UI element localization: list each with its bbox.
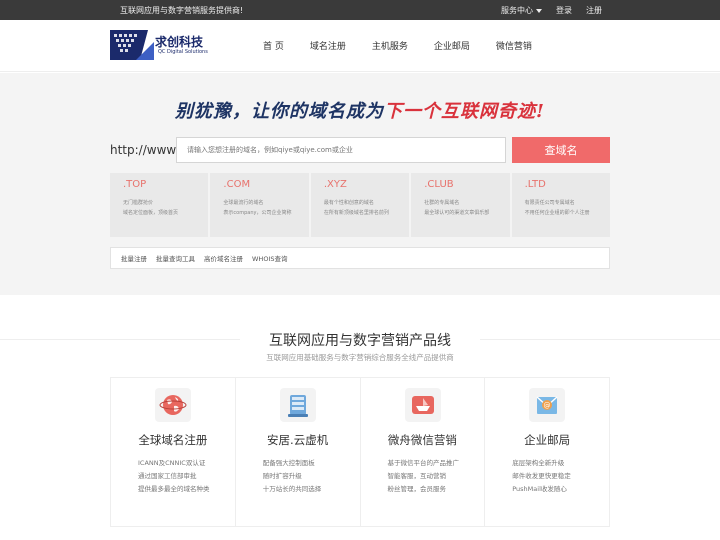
search-domain-button[interactable]: 查域名 (512, 137, 610, 163)
desc-line: 智能客服，互动营销 (387, 472, 447, 480)
tld-list: .TOP 无门槛群抢价 域名定位面板，顶级首页 .COM 全球最流行的域名 表示… (110, 173, 611, 237)
svg-text:@: @ (544, 402, 551, 410)
tld-desc: 不用任何企业组的即个人注册 (524, 210, 590, 216)
bulk-query-link[interactable]: 批量查询工具 (156, 253, 195, 263)
boat-icon-box (404, 388, 441, 422)
server-icon-box (279, 388, 316, 422)
globe-icon (159, 395, 187, 415)
product-desc: ICANN及CNNIC双认证 通过国家工信部审批 提供最多最全的域名种类 (138, 457, 210, 496)
top-links: 服务中心 登录 注册 (501, 5, 602, 16)
tld-name: .XYZ (323, 179, 347, 190)
product-desc: 配备强大控制面板 随时扩容升级 十万站长的共同选择 (263, 457, 322, 496)
tld-name: .LTD (524, 179, 546, 190)
server-icon (287, 395, 308, 417)
desc-line: 粉丝管理，会员服务 (387, 485, 447, 493)
tld-card-ltd[interactable]: .LTD 有限责任公司专属域名 不用任何企业组的即个人注册 (511, 173, 611, 237)
hero-section: 别犹豫，让你的域名成为下一个互联网奇迹! http://www. 查域名 .TO… (0, 73, 720, 295)
email-icon: @ (536, 396, 558, 414)
email-icon-box: @ (529, 388, 566, 422)
tld-card-com[interactable]: .COM 全球最流行的域名 表示company，公司企业简称 (210, 173, 309, 237)
section-subtitle: 互联网应用基础服务与数字营销综合服务全线产品提供商 (266, 353, 454, 362)
product-name: 企业邮局 (524, 433, 571, 447)
product-card-email[interactable]: @ 企业邮局 底层架构全新升级 邮件收发更快更稳定 PushMail收发随心 (485, 378, 609, 526)
tld-card-top[interactable]: .TOP 无门槛群抢价 域名定位面板，顶级首页 (110, 173, 209, 237)
logo-name: 求创科技 (155, 35, 204, 49)
top-bar: 互联网应用与数字营销服务提供商! 服务中心 登录 注册 (0, 0, 720, 20)
nav-hosting[interactable]: 主机服务 (372, 39, 408, 52)
product-card-hosting[interactable]: 安居.云虚机 配备强大控制面板 随时扩容升级 十万站长的共同选择 (236, 378, 361, 526)
product-name: 安居.云虚机 (267, 433, 329, 447)
tld-name: .TOP (123, 179, 147, 190)
nav-email[interactable]: 企业邮局 (434, 39, 470, 52)
slogan-left: 别犹豫，让你的域名成为 (175, 101, 385, 122)
tld-desc: 无门槛群抢价 (123, 200, 154, 206)
logo-mark-icon (110, 30, 154, 60)
desc-line: 底层架构全新升级 (512, 459, 565, 467)
register-link[interactable]: 注册 (586, 5, 602, 16)
tld-desc: 有限责任公司专属域名 (524, 200, 575, 206)
tld-desc: 表示company，公司企业简称 (223, 210, 292, 216)
site-header: 求创科技 QC Digital Solutions 首 页 域名注册 主机服务 … (0, 20, 720, 72)
desc-line: 邮件收发更快更稳定 (512, 472, 571, 480)
tld-card-xyz[interactable]: .XYZ 最有个性和创意的域名 在所有新顶级域名里排名前列 (310, 173, 410, 237)
main-nav: 首 页 域名注册 主机服务 企业邮局 微信营销 (263, 39, 558, 52)
product-card-domain[interactable]: 全球域名注册 ICANN及CNNIC双认证 通过国家工信部审批 提供最多最全的域… (111, 378, 236, 526)
service-center-menu[interactable]: 服务中心 (501, 5, 542, 16)
chevron-down-icon (536, 8, 542, 13)
hero-slogan: 别犹豫，让你的域名成为下一个互联网奇迹! (0, 97, 720, 123)
tld-desc: 在所有新顶级域名里排名前列 (323, 210, 389, 216)
logo[interactable]: 求创科技 QC Digital Solutions (110, 30, 208, 64)
nav-wechat[interactable]: 微信营销 (496, 39, 532, 52)
login-link[interactable]: 登录 (556, 5, 572, 16)
globe-icon-box (155, 388, 191, 422)
logo-subtitle: QC Digital Solutions (158, 49, 208, 55)
tld-desc: 社群的专属域名 (424, 200, 460, 206)
section-title: 互联网应用与数字营销产品线 (269, 333, 451, 349)
service-center-label: 服务中心 (501, 6, 533, 15)
desc-line: 提供最多最全的域名种类 (138, 485, 210, 493)
desc-line: ICANN及CNNIC双认证 (138, 459, 206, 467)
url-prefix: http://www. (110, 143, 179, 157)
tld-desc: 全球最流行的域名 (223, 200, 264, 206)
boat-icon (411, 396, 434, 414)
premium-domain-link[interactable]: 高价域名注册 (204, 253, 243, 263)
product-name: 全球域名注册 (138, 433, 208, 447)
desc-line: PushMail收发随心 (512, 485, 567, 493)
product-name: 微舟微信营销 (387, 433, 457, 447)
tld-desc: 最全球认可的渠道文章俱乐部 (424, 210, 490, 216)
tld-desc: 最有个性和创意的域名 (323, 200, 374, 206)
desc-line: 通过国家工信部审批 (138, 472, 197, 480)
product-card-wechat[interactable]: 微舟微信营销 基于微信平台的产品推广 智能客服，互动营销 粉丝管理，会员服务 (361, 378, 486, 526)
product-list: 全球域名注册 ICANN及CNNIC双认证 通过国家工信部审批 提供最多最全的域… (110, 377, 610, 527)
tld-name: .COM (223, 179, 251, 190)
tld-name: .CLUB (424, 179, 454, 190)
domain-tools-bar: 批量注册 批量查询工具 高价域名注册 WHOIS查询 (110, 247, 610, 269)
bulk-register-link[interactable]: 批量注册 (121, 253, 147, 263)
welcome-text: 互联网应用与数字营销服务提供商! (120, 6, 244, 15)
tld-card-club[interactable]: .CLUB 社群的专属域名 最全球认可的渠道文章俱乐部 (411, 173, 510, 237)
nav-domain[interactable]: 域名注册 (310, 39, 346, 52)
desc-line: 配备强大控制面板 (262, 459, 315, 467)
product-desc: 底层架构全新升级 邮件收发更快更稳定 PushMail收发随心 (512, 457, 571, 496)
whois-link[interactable]: WHOIS查询 (252, 253, 287, 263)
desc-line: 随时扩容升级 (262, 472, 302, 480)
domain-search-input[interactable] (176, 137, 506, 163)
desc-line: 基于微信平台的产品推广 (387, 459, 460, 467)
product-desc: 基于微信平台的产品推广 智能客服，互动营销 粉丝管理，会员服务 (388, 457, 460, 496)
tld-desc: 域名定位面板，顶级首页 (123, 210, 179, 216)
nav-home[interactable]: 首 页 (263, 39, 284, 52)
slogan-right: 下一个互联网奇迹! (384, 101, 545, 122)
desc-line: 十万站长的共同选择 (262, 485, 322, 493)
